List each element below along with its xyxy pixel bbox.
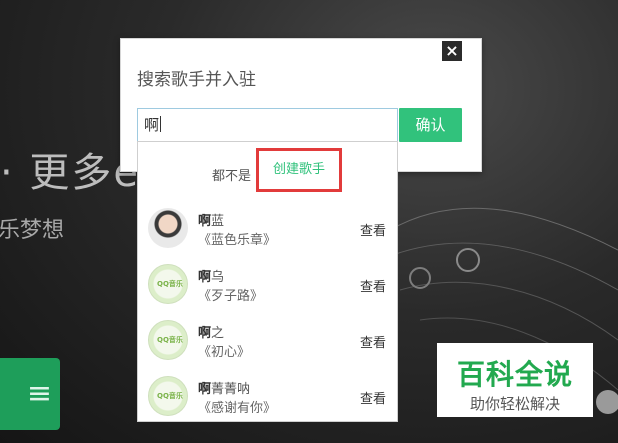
singer-name: 啊蓝 [198,214,225,229]
singer-name: 啊乌 [198,270,225,285]
view-link[interactable]: 查看 [360,332,386,351]
view-link[interactable]: 查看 [360,388,386,407]
create-singer-link[interactable]: 创建歌手 [256,148,342,192]
view-link[interactable]: 查看 [360,220,386,239]
not-found-row: 都不是 创建歌手 [138,142,397,200]
qq-music-logo-icon: QQ音乐 [157,336,183,344]
song-name: 《蓝色乐章》 [198,233,277,248]
result-item[interactable]: 啊蓝 《蓝色乐章》 查看 [138,200,397,256]
watermark-badge: 百科全说 助你轻松解决 [437,343,593,417]
result-item[interactable]: QQ音乐 啊乌 《歹子路》 查看 [138,256,397,312]
view-link[interactable]: 查看 [360,276,386,295]
disc-icon [596,390,618,414]
search-input-value: 啊 [144,116,160,134]
song-name: 《感谢有你》 [198,401,277,416]
close-icon[interactable]: × [442,41,462,61]
background-subline: 乐梦想 [0,218,65,243]
song-name: 《歹子路》 [198,289,264,304]
qq-music-logo-icon: QQ音乐 [157,392,183,400]
avatar: QQ音乐 [148,320,188,360]
watermark-subtitle: 助你轻松解决 [469,395,560,413]
avatar: QQ音乐 [148,376,188,416]
text-caret [160,116,162,132]
not-found-text: 都不是 [212,169,252,184]
dialog-title: 搜索歌手并入驻 [137,70,256,90]
background-green-button[interactable]: ≡ [0,358,60,430]
singer-search-input[interactable]: 啊 [137,108,398,142]
song-name: 《初心》 [198,345,251,360]
result-item[interactable]: QQ音乐 啊菁菁呐 《感谢有你》 查看 [138,368,397,421]
singer-name: 啊菁菁呐 [198,382,251,397]
qq-music-logo-icon: QQ音乐 [157,280,183,288]
watermark-title: 百科全说 [456,358,573,391]
singer-name: 啊之 [198,326,225,341]
avatar: QQ音乐 [148,264,188,304]
confirm-button[interactable]: 确认 [399,108,462,142]
search-suggestion-dropdown: 都不是 创建歌手 啊蓝 《蓝色乐章》 查看 QQ音乐 啊乌 《歹子路》 查看 Q… [137,141,398,422]
avatar [148,208,188,248]
result-item[interactable]: QQ音乐 啊之 《初心》 查看 [138,312,397,368]
music-note-icon [456,248,480,272]
